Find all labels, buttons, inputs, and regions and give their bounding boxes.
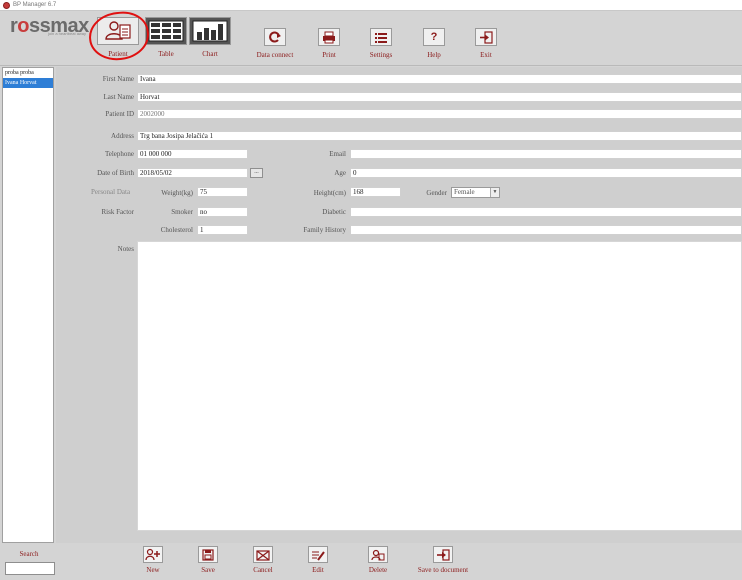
address-label: Address xyxy=(111,132,134,140)
notes-textarea[interactable] xyxy=(137,241,742,531)
date-of-birth-field[interactable]: 2018/05/02 xyxy=(137,168,248,178)
exit-button[interactable] xyxy=(475,28,497,46)
email-label: Email xyxy=(329,150,346,158)
table-label: Table xyxy=(158,50,174,58)
gender-value: Female xyxy=(454,188,475,196)
exit-label: Exit xyxy=(480,51,492,59)
cancel-envelope-icon xyxy=(256,549,270,561)
diabetic-label: Diabetic xyxy=(322,208,346,216)
edit-button[interactable] xyxy=(308,546,328,563)
save-button[interactable] xyxy=(198,546,218,563)
add-user-icon xyxy=(145,548,160,561)
address-field[interactable]: Trg bana Josipa Jelačića 1 xyxy=(137,131,742,141)
patient-id-field[interactable]: 2002000 xyxy=(137,109,742,119)
bottom-toolbar: Search New Save Cancel Edit Delete Save … xyxy=(0,543,742,580)
height-field[interactable]: 168 xyxy=(350,187,401,197)
patient-list[interactable]: proba proba Ivana Horvat xyxy=(2,67,54,543)
chart-button[interactable] xyxy=(189,17,231,45)
new-button[interactable] xyxy=(143,546,163,563)
delete-button[interactable] xyxy=(368,546,388,563)
floppy-disk-icon xyxy=(202,548,214,561)
exit-icon xyxy=(480,30,493,44)
height-label: Height(cm) xyxy=(313,189,346,197)
gender-select[interactable]: Female ▼ xyxy=(451,187,500,198)
chart-icon xyxy=(192,20,228,42)
cholesterol-field[interactable]: 1 xyxy=(197,225,248,235)
printer-icon xyxy=(323,31,335,43)
family-history-label: Family History xyxy=(303,226,346,234)
first-name-field[interactable]: Ivana xyxy=(137,74,742,84)
cancel-button[interactable] xyxy=(253,546,273,563)
date-picker-button[interactable]: ... xyxy=(250,168,263,178)
delete-user-icon xyxy=(371,549,385,560)
age-field[interactable]: 0 xyxy=(350,168,742,178)
family-history-field[interactable] xyxy=(350,225,742,235)
patient-id-label: Patient ID xyxy=(105,110,134,118)
data-connect-button[interactable] xyxy=(264,28,286,46)
chart-label: Chart xyxy=(202,50,218,58)
smoker-field[interactable]: no xyxy=(197,207,248,217)
email-field[interactable] xyxy=(350,149,742,159)
question-mark-icon: ? xyxy=(430,31,438,43)
window-title: BP Manager 6.7 xyxy=(13,2,57,8)
weight-label: Weight(kg) xyxy=(161,189,193,197)
table-button[interactable] xyxy=(145,17,187,45)
print-label: Print xyxy=(322,51,336,59)
save-to-document-label: Save to document xyxy=(417,566,469,574)
list-item-selected[interactable]: Ivana Horvat xyxy=(3,78,53,88)
search-input[interactable] xyxy=(5,562,55,575)
logo-tagline: join a heartbeat away xyxy=(48,31,87,36)
smoker-label: Smoker xyxy=(171,208,193,216)
cholesterol-label: Cholesterol xyxy=(160,226,193,234)
diabetic-field[interactable] xyxy=(350,207,742,217)
risk-factor-label: Risk Factor xyxy=(101,208,134,216)
settings-button[interactable] xyxy=(370,28,392,46)
help-button[interactable]: ? xyxy=(423,28,445,46)
settings-list-icon xyxy=(375,32,387,43)
date-of-birth-label: Date of Birth xyxy=(97,169,134,177)
toolbar-separator xyxy=(0,65,742,66)
telephone-label: Telephone xyxy=(104,150,134,158)
settings-label: Settings xyxy=(369,51,393,59)
list-item[interactable]: proba proba xyxy=(3,68,53,78)
delete-label: Delete xyxy=(368,566,388,574)
edit-icon xyxy=(312,550,325,561)
table-icon xyxy=(148,20,184,42)
chevron-down-icon[interactable]: ▼ xyxy=(490,188,499,197)
print-button[interactable] xyxy=(318,28,340,46)
app-icon xyxy=(3,1,10,9)
search-label: Search xyxy=(19,550,39,558)
help-label: Help xyxy=(427,51,441,59)
first-name-label: First Name xyxy=(102,75,134,83)
gender-label: Gender xyxy=(426,189,447,197)
notes-label: Notes xyxy=(117,245,134,253)
weight-field[interactable]: 75 xyxy=(197,187,248,197)
last-name-field[interactable]: Horvat xyxy=(137,92,742,102)
refresh-icon xyxy=(269,31,281,43)
personal-data-label: Personal Data xyxy=(91,188,131,196)
window-titlebar: BP Manager 6.7 xyxy=(0,0,742,11)
age-label: Age xyxy=(334,169,346,177)
save-to-document-button[interactable] xyxy=(433,546,453,563)
export-document-icon xyxy=(437,548,450,561)
last-name-label: Last Name xyxy=(103,93,134,101)
telephone-field[interactable]: 01 000 000 xyxy=(137,149,248,159)
data-connect-label: Data connect xyxy=(256,51,294,59)
